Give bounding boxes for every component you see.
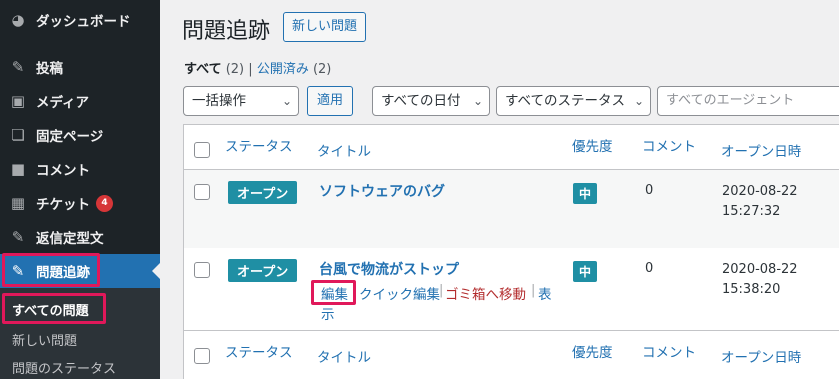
issues-table: ステータス タイトル 優先度 コメント オープン日時 オープン ソフトウェアのバ… bbox=[183, 124, 839, 379]
menu-canned-replies[interactable]: ✎ 返信定型文 bbox=[0, 220, 160, 254]
view-all-count: (2) bbox=[225, 62, 245, 77]
comment-count: 0 bbox=[645, 183, 654, 198]
comment-count: 0 bbox=[645, 261, 654, 276]
view-link[interactable]: 表 bbox=[538, 283, 552, 303]
column-comments[interactable]: コメント bbox=[642, 341, 696, 361]
opened-datetime: 2020-08-22 15:27:32 bbox=[722, 182, 798, 222]
date-filter-select[interactable]: すべての日付 ⌄ bbox=[372, 86, 490, 116]
issue-title-link[interactable]: ソフトウェアのバグ bbox=[319, 181, 445, 201]
pin-icon: ✎ bbox=[11, 228, 25, 246]
view-separator: | bbox=[248, 62, 253, 77]
row-action-separator: | bbox=[439, 283, 444, 298]
column-status[interactable]: ステータス bbox=[225, 135, 293, 155]
table-row: オープン 台風で物流がストップ 編集 クイック編集 | ゴミ箱へ移動 | 表 示… bbox=[184, 248, 839, 330]
edit-link[interactable]: 編集 bbox=[321, 283, 348, 303]
menu-label: 返信定型文 bbox=[36, 231, 104, 247]
submenu-new-issue[interactable]: 新しい問題 bbox=[12, 330, 77, 349]
table-header-row: ステータス タイトル 優先度 コメント オープン日時 bbox=[184, 125, 839, 170]
comment-icon: ■ bbox=[10, 160, 26, 178]
submenu-all-issues[interactable]: すべての問題 bbox=[12, 300, 89, 319]
menu-dashboard[interactable]: ◕ ダッシュボード bbox=[0, 3, 160, 37]
column-comments[interactable]: コメント bbox=[642, 135, 696, 155]
view-published-count: (2) bbox=[312, 62, 332, 77]
media-icon: ▣ bbox=[10, 92, 26, 110]
main-content: 問題追跡 新しい問題 すべて (2) | 公開済み (2) 一括操作 ⌄ 適用 … bbox=[160, 0, 839, 379]
pin-icon: ✎ bbox=[11, 58, 25, 76]
column-title[interactable]: タイトル bbox=[317, 140, 371, 160]
agent-filter-input[interactable]: すべてのエージェント bbox=[657, 86, 839, 116]
quick-edit-link[interactable]: クイック編集 bbox=[359, 283, 440, 303]
bulk-actions-select[interactable]: 一括操作 ⌄ bbox=[183, 86, 299, 116]
menu-label: ダッシュボード bbox=[36, 14, 131, 30]
add-new-issue-button[interactable]: 新しい問題 bbox=[283, 12, 367, 42]
column-opened[interactable]: オープン日時 bbox=[721, 140, 801, 160]
opened-time: 15:27:32 bbox=[722, 204, 781, 219]
submenu-issue-statuses[interactable]: 問題のステータス bbox=[12, 358, 116, 377]
status-badge: オープン bbox=[228, 259, 298, 282]
menu-tickets[interactable]: ▦ チケット 4 bbox=[0, 186, 160, 220]
select-all-checkbox[interactable] bbox=[194, 348, 210, 364]
submenu: すべての問題 新しい問題 問題のステータス bbox=[0, 288, 160, 379]
chevron-down-icon: ⌄ bbox=[281, 94, 292, 108]
priority-badge: 中 bbox=[573, 183, 598, 204]
dashboard-icon: ◕ bbox=[11, 11, 25, 29]
status-filter-value: すべてのステータス bbox=[505, 93, 626, 109]
priority-badge: 中 bbox=[573, 261, 598, 282]
apply-button[interactable]: 適用 bbox=[307, 86, 354, 116]
opened-datetime: 2020-08-22 15:38:20 bbox=[722, 260, 798, 300]
column-opened[interactable]: オープン日時 bbox=[721, 346, 801, 366]
menu-label: メディア bbox=[36, 95, 90, 111]
opened-date: 2020-08-22 bbox=[722, 262, 798, 277]
menu-comments[interactable]: ■ コメント bbox=[0, 152, 160, 186]
menu-label: チケット bbox=[36, 197, 90, 213]
menu-pages[interactable]: ❏ 固定ページ bbox=[0, 118, 160, 152]
page-title: 問題追跡 bbox=[182, 19, 271, 44]
opened-time: 15:38:20 bbox=[722, 282, 781, 297]
status-filter-select[interactable]: すべてのステータス ⌄ bbox=[496, 86, 651, 116]
column-status[interactable]: ステータス bbox=[225, 341, 293, 361]
ticket-icon: ▦ bbox=[10, 194, 26, 212]
ticket-count-badge: 4 bbox=[96, 194, 113, 212]
menu-label: 問題追跡 bbox=[36, 265, 90, 281]
menu-label: 固定ページ bbox=[36, 129, 104, 145]
menu-label: コメント bbox=[36, 163, 90, 179]
date-filter-value: すべての日付 bbox=[381, 93, 461, 109]
table-row: オープン ソフトウェアのバグ 中 0 2020-08-22 15:27:32 bbox=[184, 170, 839, 248]
pin-icon: ✎ bbox=[11, 262, 25, 280]
column-priority[interactable]: 優先度 bbox=[572, 135, 613, 155]
menu-issue-tracking[interactable]: ✎ 問題追跡 bbox=[0, 254, 160, 288]
view-link-wrap[interactable]: 示 bbox=[321, 303, 335, 323]
row-checkbox[interactable] bbox=[194, 262, 210, 278]
page-icon: ❏ bbox=[11, 126, 25, 144]
row-action-separator: | bbox=[531, 283, 536, 298]
view-filters: すべて (2) | 公開済み (2) bbox=[184, 58, 331, 77]
menu-posts[interactable]: ✎ 投稿 bbox=[0, 50, 160, 84]
opened-date: 2020-08-22 bbox=[722, 184, 798, 199]
select-all-checkbox[interactable] bbox=[194, 142, 210, 158]
table-footer-row: ステータス タイトル 優先度 コメント オープン日時 bbox=[184, 330, 839, 379]
chevron-down-icon: ⌄ bbox=[633, 94, 644, 108]
admin-sidebar: ◕ ダッシュボード ✎ 投稿 ▣ メディア ❏ 固定ページ ■ コメント ▦ チ… bbox=[0, 0, 160, 379]
column-priority[interactable]: 優先度 bbox=[572, 341, 613, 361]
bulk-actions-value: 一括操作 bbox=[192, 93, 246, 109]
menu-label: 投稿 bbox=[36, 61, 63, 77]
column-title[interactable]: タイトル bbox=[317, 346, 371, 366]
status-badge: オープン bbox=[228, 181, 298, 204]
row-checkbox[interactable] bbox=[194, 184, 210, 200]
view-all-label[interactable]: すべて bbox=[184, 62, 222, 77]
chevron-down-icon: ⌄ bbox=[472, 94, 483, 108]
view-published-link[interactable]: 公開済み bbox=[257, 62, 309, 77]
issue-title-link[interactable]: 台風で物流がストップ bbox=[319, 259, 459, 279]
trash-link[interactable]: ゴミ箱へ移動 bbox=[445, 283, 526, 303]
menu-media[interactable]: ▣ メディア bbox=[0, 84, 160, 118]
